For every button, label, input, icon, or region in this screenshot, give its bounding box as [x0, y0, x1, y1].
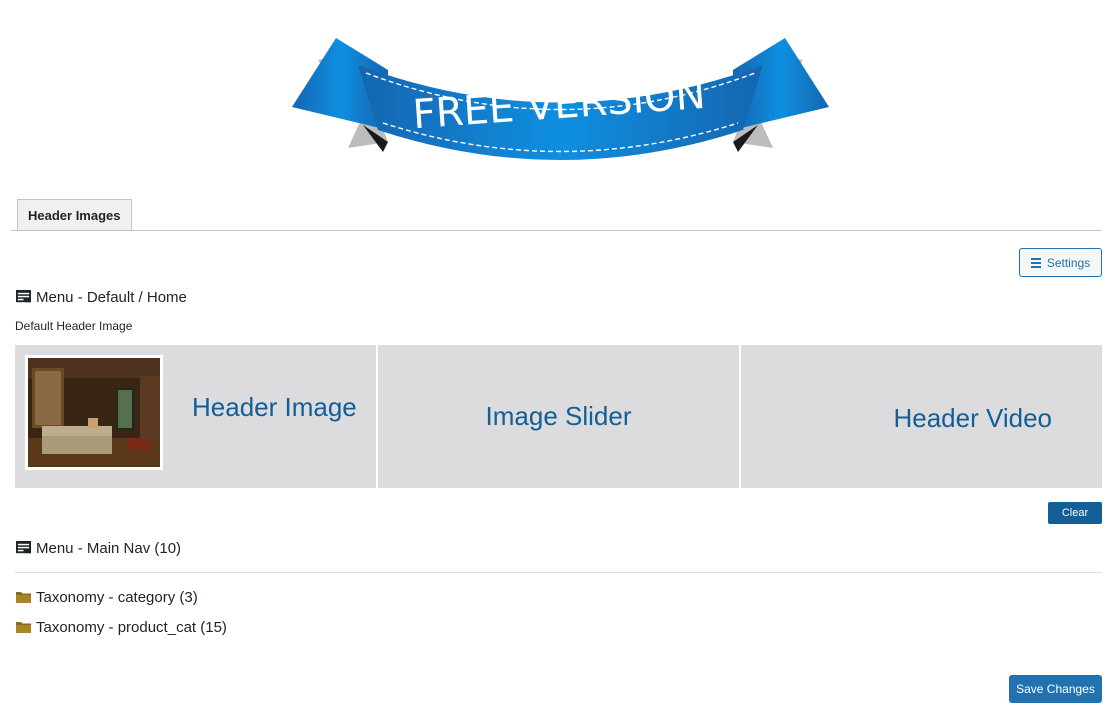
tab-divider	[11, 230, 1102, 231]
menu-icon	[1030, 256, 1041, 270]
header-video-label: Header Video	[893, 403, 1052, 433]
save-changes-button[interactable]: Save Changes	[1009, 675, 1102, 703]
section-menu-main-nav[interactable]: Menu - Main Nav (10)	[16, 540, 181, 557]
tab-header-images[interactable]: Header Images	[17, 199, 132, 230]
default-header-image-label: Default Header Image	[15, 319, 133, 333]
section-title: Menu - Default / Home	[36, 289, 187, 306]
section-title: Taxonomy - product_cat (15)	[36, 619, 227, 636]
free-version-banner: FREE VERSION	[288, 30, 833, 170]
header-image-thumbnail[interactable]	[24, 354, 164, 471]
header-image-label: Header Image	[192, 392, 357, 422]
image-slider-label: Image Slider	[485, 401, 632, 431]
clear-button[interactable]: Clear	[1048, 502, 1102, 524]
folder-icon	[16, 592, 31, 603]
settings-button-label: Settings	[1046, 255, 1091, 270]
image-slider-option[interactable]: Image Slider	[378, 345, 739, 488]
document-icon	[16, 290, 31, 303]
header-image-option[interactable]: Header Image	[15, 345, 376, 488]
document-icon	[16, 541, 31, 554]
header-type-options: Header Image Image Slider Header Video	[15, 345, 1102, 488]
header-video-option[interactable]: Header Video	[741, 345, 1102, 488]
section-taxonomy-category[interactable]: Taxonomy - category (3)	[16, 589, 198, 606]
section-menu-default-home[interactable]: Menu - Default / Home	[16, 289, 187, 306]
folder-icon	[16, 622, 31, 633]
section-taxonomy-product-cat[interactable]: Taxonomy - product_cat (15)	[16, 619, 227, 636]
room-photo-icon	[28, 358, 160, 467]
settings-button[interactable]: Settings	[1019, 248, 1102, 277]
section-divider	[15, 572, 1102, 573]
section-title: Menu - Main Nav (10)	[36, 540, 182, 557]
section-title: Taxonomy - category (3)	[36, 589, 198, 606]
